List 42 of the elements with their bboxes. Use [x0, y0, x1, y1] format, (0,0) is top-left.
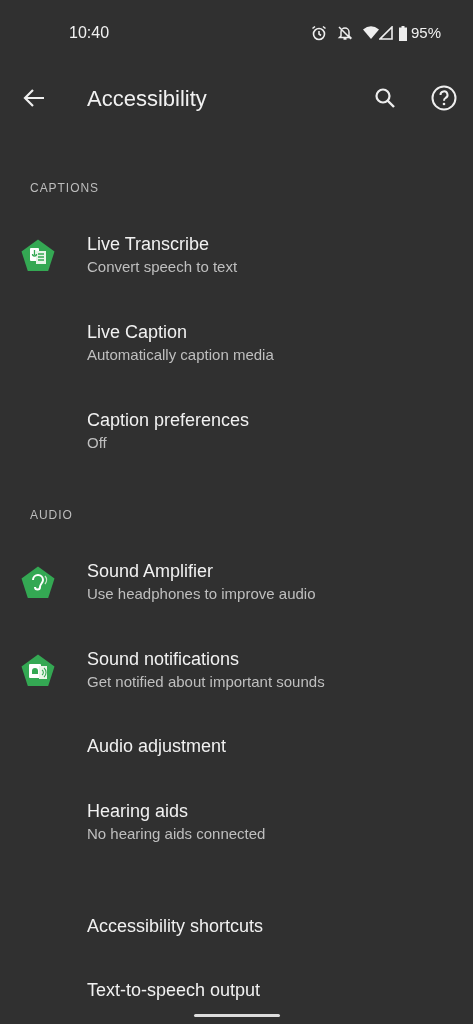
- help-button[interactable]: [431, 85, 457, 111]
- settings-item[interactable]: Live Caption Automatically caption media: [0, 299, 473, 387]
- item-title: Live Transcribe: [87, 233, 211, 256]
- item-subtitle: Get notified about important sounds: [87, 672, 325, 692]
- item-title: Sound Amplifier: [87, 560, 215, 583]
- search-button[interactable]: [373, 86, 397, 110]
- settings-item[interactable]: Caption preferences Off: [0, 387, 473, 475]
- settings-item[interactable]: Audio adjustment: [0, 714, 473, 778]
- item-subtitle: Convert speech to text: [87, 257, 238, 277]
- item-subtitle: No hearing aids connected: [87, 824, 266, 844]
- settings-item[interactable]: Hearing aids No hearing aids connected: [0, 778, 473, 866]
- settings-item[interactable]: Sound notifications Get notified about important sounds: [0, 626, 473, 714]
- toolbar-title: Accessibility: [87, 84, 207, 113]
- item-subtitle: Use headphones to improve audio: [87, 584, 316, 604]
- transcribe-icon: [20, 237, 56, 273]
- item-subtitle: Off: [87, 433, 108, 453]
- battery-percent: 95%: [410, 22, 441, 43]
- item-title: Hearing aids: [87, 800, 190, 823]
- item-title: Accessibility shortcuts: [87, 915, 264, 938]
- settings-item[interactable]: Sound Amplifier Use headphones to improve audio: [0, 538, 473, 626]
- settings-item[interactable]: Accessibility shortcuts: [0, 894, 473, 958]
- muted-bell-icon: [336, 25, 353, 41]
- back-arrow-icon: [23, 88, 45, 108]
- item-title: Caption preferences: [87, 409, 250, 432]
- item-title: Live Caption: [87, 321, 189, 344]
- bell-icon: [20, 652, 56, 688]
- item-title: Audio adjustment: [87, 735, 227, 758]
- alarm-icon: [310, 25, 327, 41]
- settings-item[interactable]: Live Transcribe Convert speech to text: [0, 211, 473, 299]
- item-subtitle: Automatically caption media: [87, 345, 274, 365]
- section-header: CAPTIONS: [30, 181, 100, 195]
- status-time: 10:40: [69, 23, 110, 43]
- settings-item[interactable]: Text-to-speech output: [0, 958, 473, 1022]
- item-title: Sound notifications: [87, 648, 241, 671]
- search-icon: [374, 87, 396, 109]
- signal-icon: [378, 26, 393, 40]
- help-icon: [431, 85, 457, 111]
- item-title: Text-to-speech output: [87, 979, 261, 1002]
- wifi-icon: [362, 26, 379, 40]
- section-header: AUDIO: [30, 508, 73, 522]
- battery-icon: [398, 25, 407, 41]
- ear-icon: [20, 564, 56, 600]
